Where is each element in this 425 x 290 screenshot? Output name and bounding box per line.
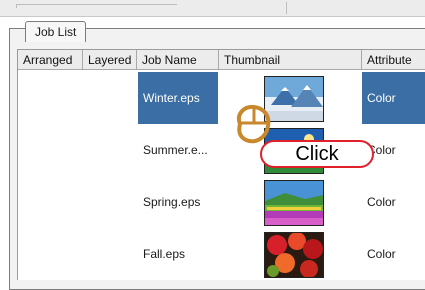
spring-thumbnail-icon[interactable] [264, 180, 324, 226]
winter-thumbnail-icon[interactable] [264, 76, 324, 122]
column-header-thumbnail[interactable]: Thumbnail [219, 50, 362, 70]
table-row[interactable]: Winter.eps Color [18, 72, 425, 124]
column-header-arranged[interactable]: Arranged [18, 50, 83, 70]
toolbar-strip [0, 0, 425, 17]
toolbar-divider [16, 4, 177, 8]
job-name-cell[interactable]: Spring.eps [138, 176, 218, 228]
click-callout: Click [260, 140, 374, 168]
attribute-cell[interactable]: Color [362, 176, 425, 228]
job-name-cell[interactable]: Summer.e... [138, 124, 218, 176]
column-header-job-name[interactable]: Job Name [137, 50, 219, 70]
attribute-cell[interactable]: Color [362, 228, 425, 280]
table-row[interactable]: Fall.eps Color [18, 228, 425, 280]
column-header-attribute[interactable]: Attribute [362, 50, 425, 70]
toolbar-separator [286, 2, 287, 14]
tab-job-list[interactable]: Job List [25, 21, 87, 42]
attribute-cell[interactable]: Color [362, 72, 425, 124]
fall-thumbnail-icon[interactable] [264, 232, 324, 278]
job-name-cell[interactable]: Winter.eps [138, 72, 218, 124]
column-header-layered[interactable]: Layered [83, 50, 137, 70]
table-row[interactable]: Spring.eps Color [18, 176, 425, 228]
job-name-cell[interactable]: Fall.eps [138, 228, 218, 280]
